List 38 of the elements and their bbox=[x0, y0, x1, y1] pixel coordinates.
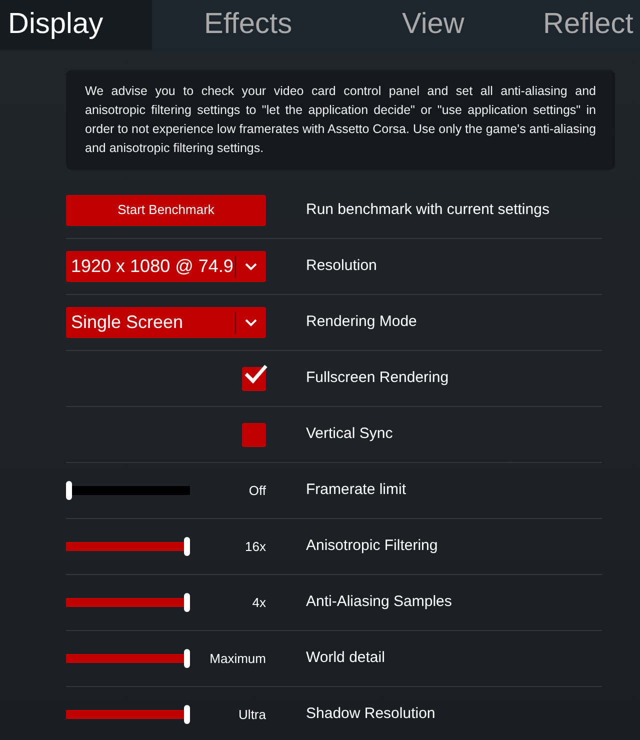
slider[interactable] bbox=[66, 649, 190, 668]
slider-value: 16x bbox=[244, 538, 266, 556]
slider[interactable] bbox=[66, 593, 190, 612]
tab[interactable]: Display bbox=[0, 0, 152, 50]
setting-label: World detail bbox=[306, 648, 385, 668]
slider-thumb[interactable] bbox=[184, 705, 190, 724]
setting-label: Framerate limit bbox=[306, 480, 406, 500]
chevron-down-icon bbox=[244, 318, 258, 327]
slider-thumb[interactable] bbox=[184, 537, 190, 556]
checkbox[interactable] bbox=[242, 422, 266, 446]
dropdown[interactable]: Single Screen bbox=[66, 307, 266, 338]
slider-value: Off bbox=[248, 482, 266, 500]
setting-label: Anti-Aliasing Samples bbox=[306, 592, 452, 612]
slider-value: 4x bbox=[251, 594, 266, 612]
tab[interactable]: Effects bbox=[152, 0, 400, 50]
slider-value: Ultra bbox=[238, 706, 266, 724]
tab[interactable]: Reflect bbox=[543, 0, 634, 50]
setting-label: Shadow Resolution bbox=[306, 704, 436, 724]
chevron-down-icon bbox=[244, 262, 258, 271]
checkmark-icon bbox=[244, 362, 268, 384]
setting-label: Vertical Sync bbox=[306, 424, 393, 444]
slider-thumb[interactable] bbox=[66, 481, 72, 500]
start-benchmark-button[interactable]: Start Benchmark bbox=[66, 194, 266, 226]
setting-label: Rendering Mode bbox=[306, 312, 417, 332]
setting-label: Run benchmark with current settings bbox=[306, 200, 550, 220]
slider-thumb[interactable] bbox=[184, 593, 190, 612]
slider[interactable] bbox=[66, 705, 190, 724]
notice-text: We advise you to check your video card control panel and set all anti-aliasing and anisotropic filtering settings to "let the application decide" or "use application settings" in order to not experience low framerates with Assetto Corsa. Use only the game's anti-aliasing and anisotropic filtering settings. bbox=[66, 70, 615, 170]
slider[interactable] bbox=[66, 481, 190, 500]
setting-label: Resolution bbox=[306, 256, 377, 276]
setting-label: Fullscreen Rendering bbox=[306, 368, 449, 388]
setting-label: Anisotropic Filtering bbox=[306, 536, 438, 556]
tab[interactable]: View bbox=[400, 0, 543, 50]
slider-value: Maximum bbox=[208, 650, 266, 668]
dropdown[interactable]: 1920 x 1080 @ 74.9 bbox=[66, 251, 266, 282]
slider[interactable] bbox=[66, 537, 190, 556]
checkbox[interactable] bbox=[242, 366, 266, 390]
slider-thumb[interactable] bbox=[184, 649, 190, 668]
